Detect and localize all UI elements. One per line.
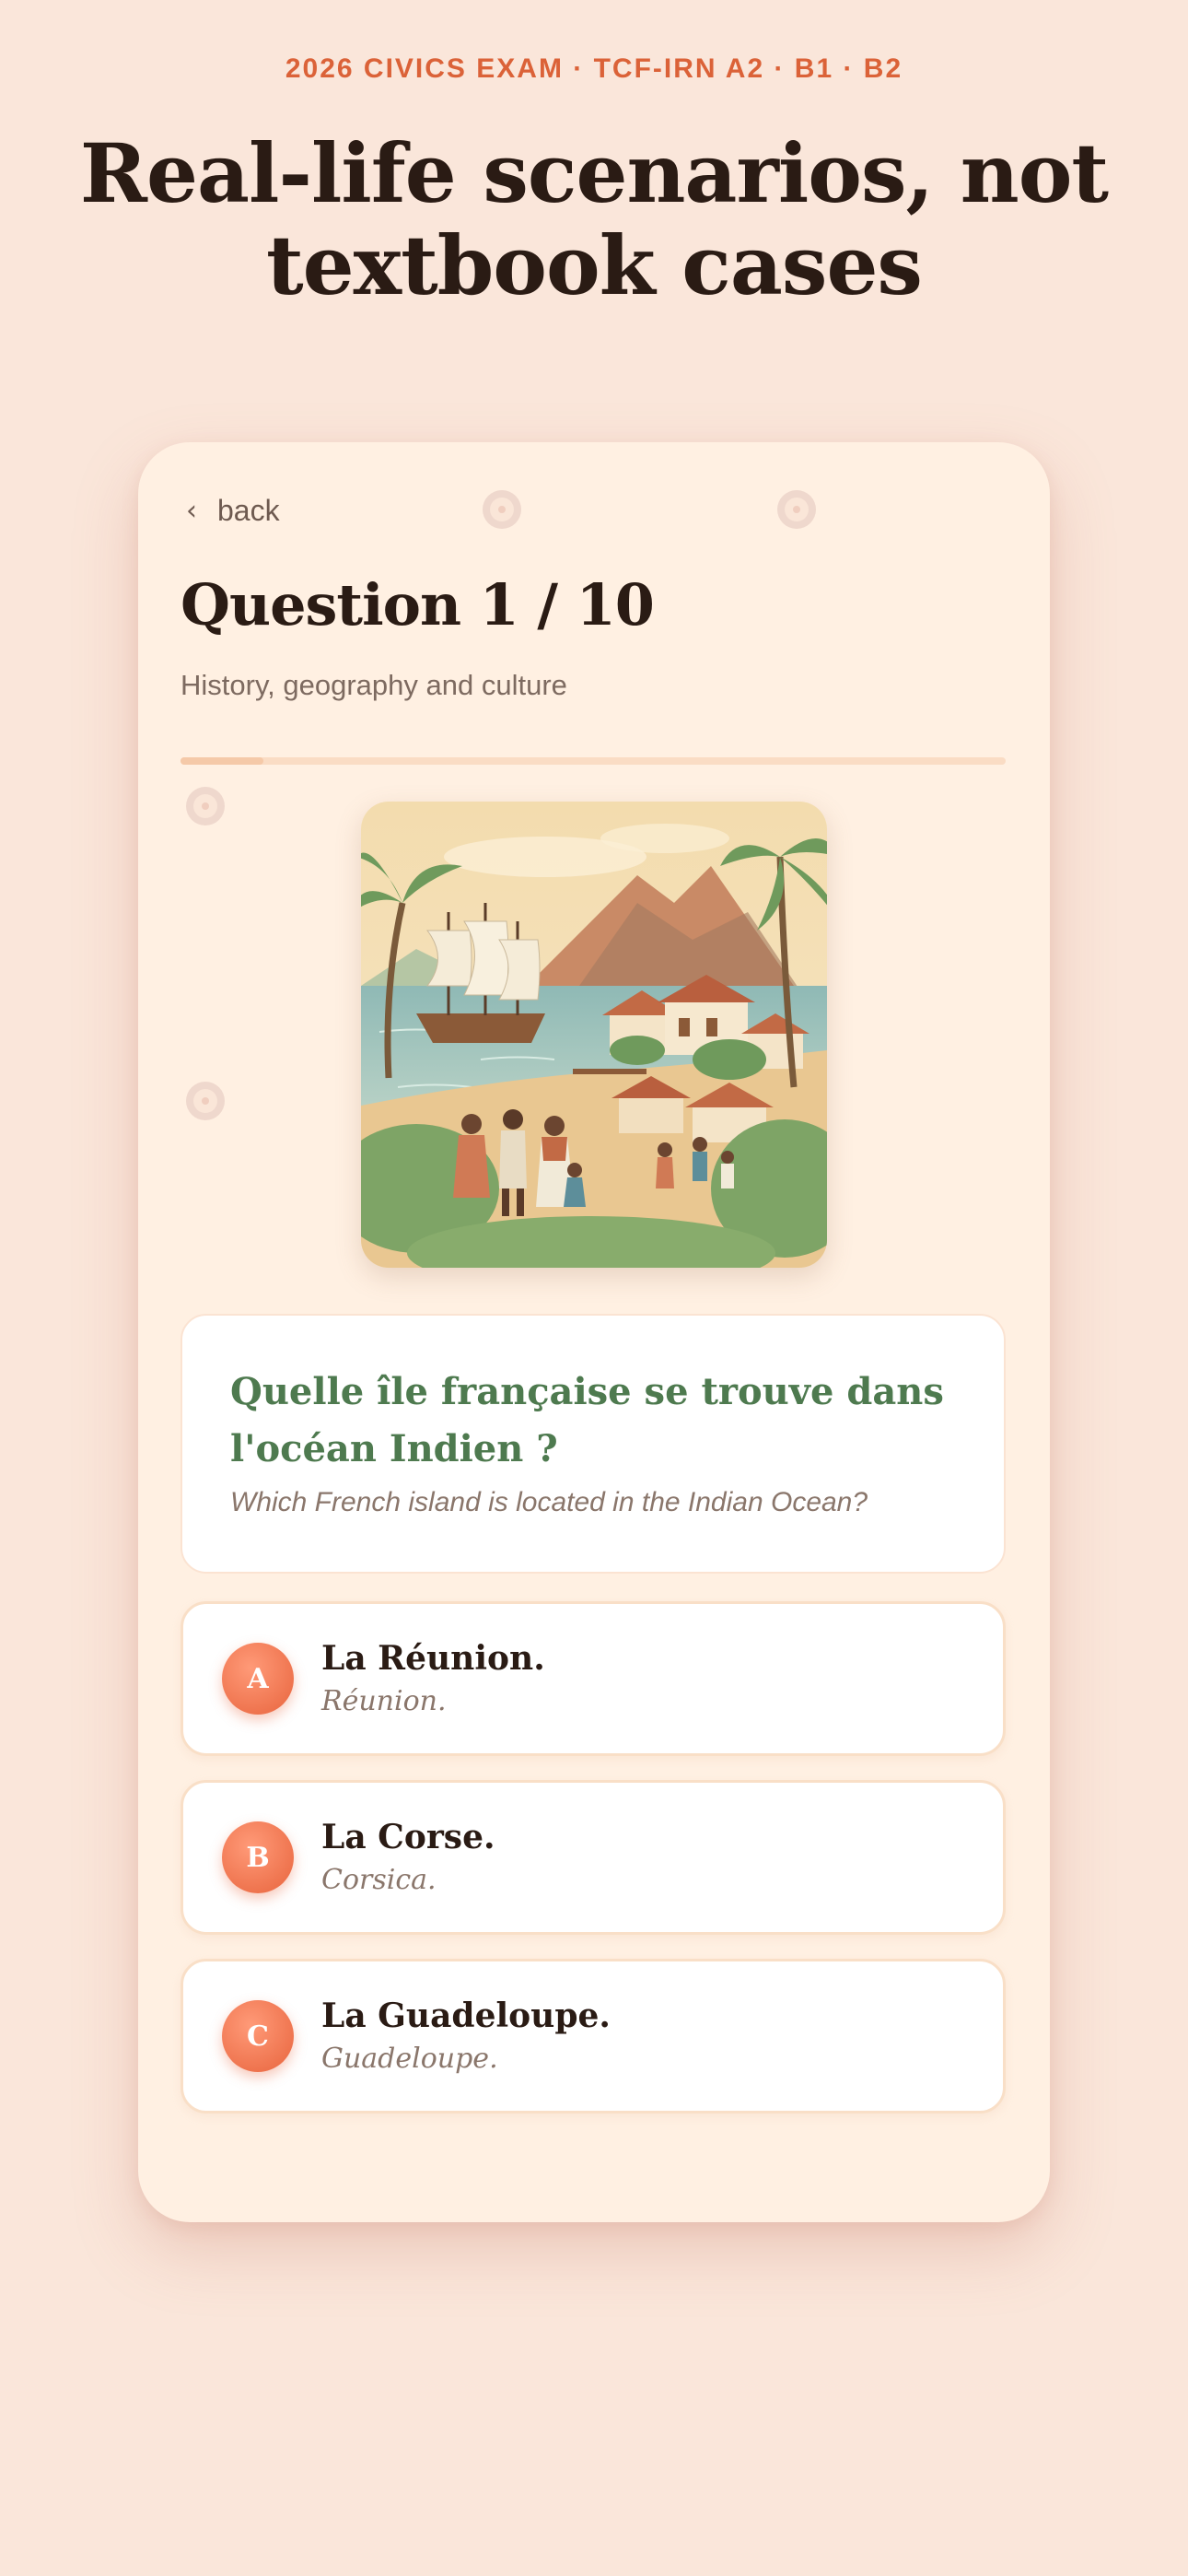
answer-text-en: Guadeloupe. — [321, 2043, 498, 2075]
answer-letter-badge: B — [222, 1821, 294, 1893]
question-card: Quelle île française se trouve dans l'oc… — [181, 1314, 1006, 1574]
answer-option-a[interactable]: A La Réunion. Réunion. — [181, 1601, 1006, 1756]
back-label: back — [217, 494, 280, 527]
decor-circle-icon — [186, 1082, 225, 1120]
answer-text-en: Corsica. — [321, 1864, 437, 1896]
answer-text-fr: La Guadeloupe. — [321, 1996, 611, 2035]
back-button[interactable]: ‹ back — [186, 494, 280, 528]
tropical-island-illustration — [361, 802, 827, 1268]
progress-bar — [181, 757, 1006, 765]
answer-letter-badge: A — [222, 1643, 294, 1715]
question-title: Question 1 / 10 — [181, 571, 655, 638]
answer-text-fr: La Réunion. — [321, 1639, 545, 1678]
decor-circle-icon — [186, 787, 225, 825]
phone-screen: ‹ back Question 1 / 10 History, geograph… — [138, 442, 1050, 2222]
answer-text-fr: La Corse. — [321, 1818, 495, 1856]
answer-letter-badge: C — [222, 2000, 294, 2072]
answer-option-c[interactable]: C La Guadeloupe. Guadeloupe. — [181, 1959, 1006, 2113]
eyebrow-text: 2026 CIVICS EXAM · TCF-IRN A2 · B1 · B2 — [285, 53, 903, 84]
headline: Real-life scenarios, not textbook cases — [79, 125, 1109, 313]
chevron-left-icon: ‹ — [186, 495, 197, 527]
answer-option-b[interactable]: B La Corse. Corsica. — [181, 1780, 1006, 1935]
decor-circle-icon — [483, 490, 521, 529]
question-text-fr: Quelle île française se trouve dans l'oc… — [230, 1370, 944, 1470]
progress-fill — [181, 757, 263, 765]
decor-circle-icon — [777, 490, 816, 529]
question-category: History, geography and culture — [181, 669, 567, 701]
question-text-en: Which French island is located in the In… — [230, 1487, 868, 1517]
answer-text-en: Réunion. — [321, 1685, 447, 1717]
